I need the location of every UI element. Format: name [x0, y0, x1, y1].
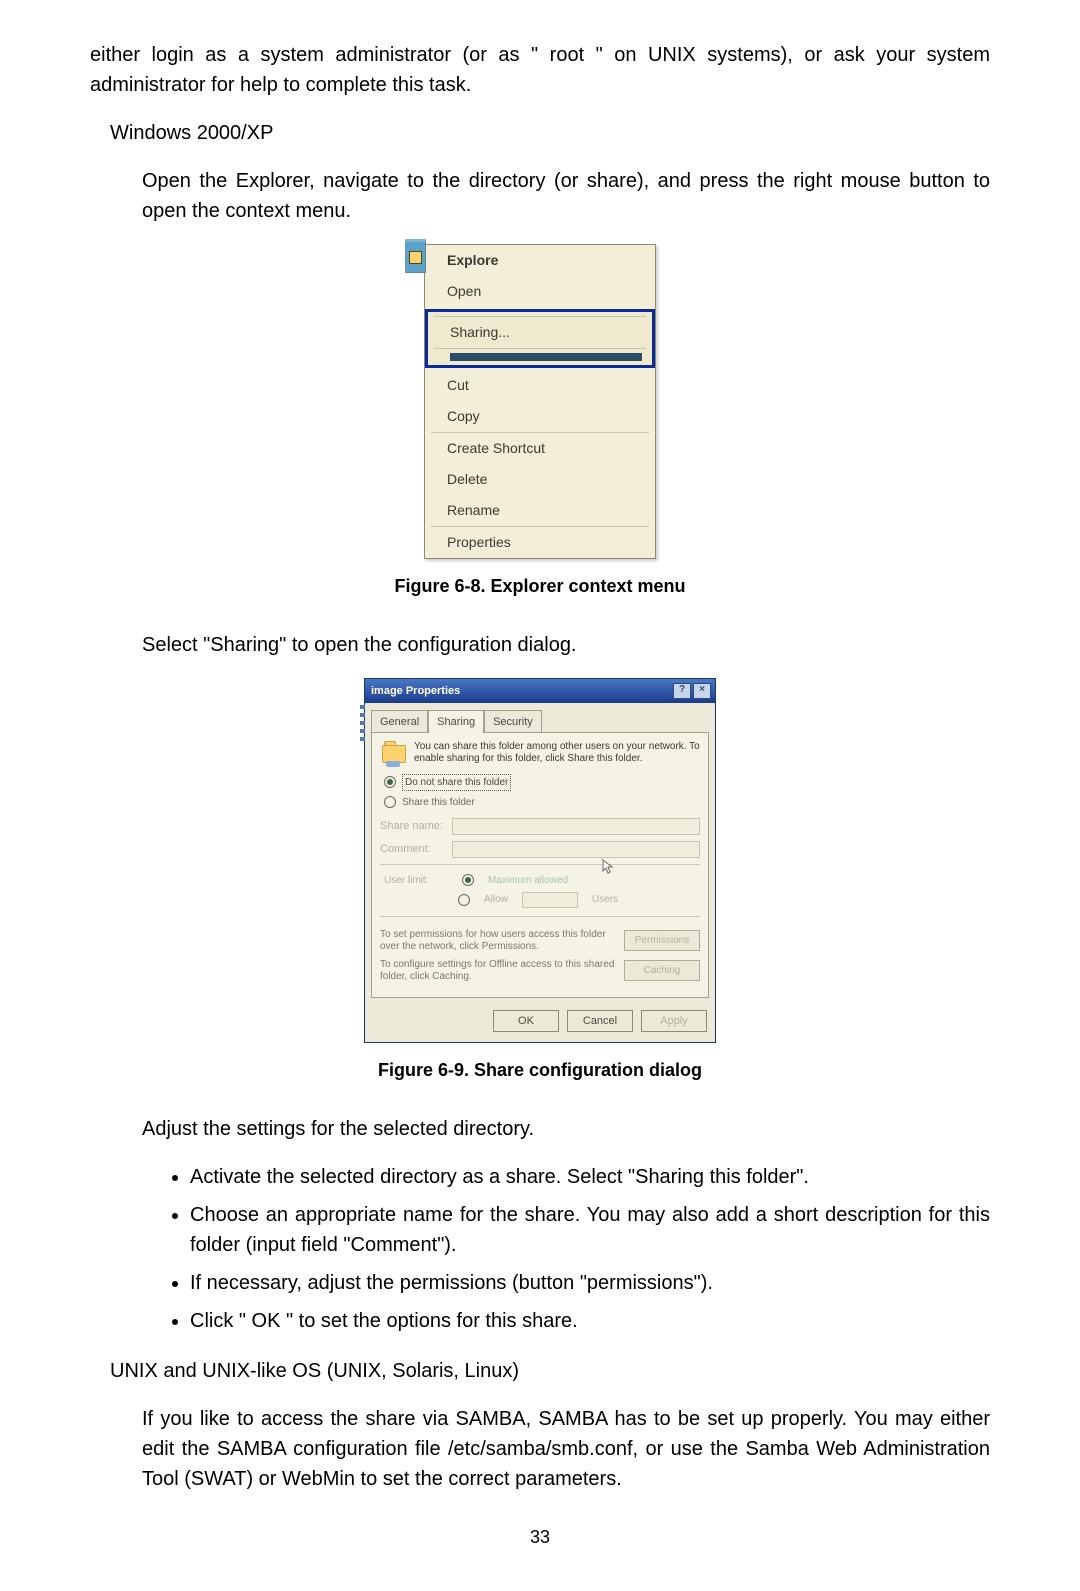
radio-icon — [384, 796, 396, 808]
paragraph: Open the Explorer, navigate to the direc… — [142, 166, 990, 226]
figure-caption-68: Figure 6-8. Explorer context menu — [90, 573, 990, 600]
list-item: Click " OK " to set the options for this… — [190, 1306, 990, 1336]
menu-highlight-box: Sharing... — [425, 309, 655, 368]
share-name-label: Share name: — [380, 818, 444, 835]
paragraph: Adjust the settings for the selected dir… — [142, 1114, 990, 1144]
permissions-button[interactable]: Permissions — [624, 930, 700, 951]
menu-item-rename[interactable]: Rename — [425, 495, 655, 526]
menu-item-explore[interactable]: Explore — [425, 245, 655, 276]
menu-item-delete[interactable]: Delete — [425, 464, 655, 495]
menu-item-properties[interactable]: Properties — [425, 527, 655, 558]
apply-button[interactable]: Apply — [641, 1010, 707, 1033]
menu-item-create-shortcut[interactable]: Create Shortcut — [425, 433, 655, 464]
comment-input[interactable] — [452, 841, 700, 858]
share-name-input[interactable] — [452, 818, 700, 835]
tab-security[interactable]: Security — [484, 710, 542, 733]
caching-text: To configure settings for Offline access… — [380, 959, 616, 983]
properties-dialog: image Properties ? × General Sharing Sec… — [364, 678, 716, 1043]
radio-allow-label[interactable]: Allow — [484, 892, 508, 907]
paragraph: Select "Sharing" to open the configurati… — [142, 630, 990, 660]
bullet-list: Activate the selected directory as a sha… — [130, 1162, 990, 1336]
dialog-tabs: General Sharing Security — [365, 703, 715, 732]
tab-sharing[interactable]: Sharing — [428, 710, 484, 733]
radio-icon — [462, 874, 474, 886]
dialog-titlebar: image Properties ? × — [365, 679, 715, 703]
menu-item-sharing[interactable]: Sharing... — [428, 317, 652, 348]
menu-item-copy[interactable]: Copy — [425, 401, 655, 432]
radio-icon — [458, 894, 470, 906]
heading-windows: Windows 2000/XP — [110, 118, 990, 148]
titlebar-help-button[interactable]: ? — [673, 683, 691, 699]
radio-label: Share this folder — [402, 795, 475, 810]
cancel-button[interactable]: Cancel — [567, 1010, 633, 1033]
heading-unix: UNIX and UNIX-like OS (UNIX, Solaris, Li… — [110, 1356, 990, 1386]
radio-icon — [384, 776, 396, 788]
comment-label: Comment: — [380, 841, 444, 858]
paragraph: If you like to access the share via SAMB… — [142, 1404, 990, 1494]
permissions-text: To set permissions for how users access … — [380, 929, 616, 953]
dialog-info-text: You can share this folder among other us… — [414, 741, 700, 766]
caching-button[interactable]: Caching — [624, 960, 700, 981]
list-item: If necessary, adjust the permissions (bu… — [190, 1268, 990, 1298]
folder-icon — [405, 239, 426, 273]
paragraph: either login as a system administrator (… — [90, 40, 990, 100]
decoration-dots — [360, 705, 365, 745]
figure-sharing-dialog: image Properties ? × General Sharing Sec… — [90, 678, 990, 1043]
ok-button[interactable]: OK — [493, 1010, 559, 1033]
radio-max-allowed[interactable]: Maximum allowed — [488, 873, 568, 888]
user-limit-label: User limit: — [384, 873, 448, 888]
menu-item-open[interactable]: Open — [425, 276, 655, 307]
radio-share-this-folder[interactable]: Share this folder — [380, 793, 700, 812]
users-suffix: Users — [592, 892, 618, 907]
radio-do-not-share[interactable]: Do not share this folder — [380, 772, 700, 793]
figure-context-menu: Explore Open Sharing... Cut Copy Create … — [90, 244, 990, 559]
figure-caption-69: Figure 6-9. Share configuration dialog — [90, 1057, 990, 1084]
cursor-icon — [602, 859, 614, 875]
titlebar-close-button[interactable]: × — [693, 683, 711, 699]
tab-general[interactable]: General — [371, 710, 428, 733]
shared-folder-icon — [380, 741, 408, 765]
list-item: Choose an appropriate name for the share… — [190, 1200, 990, 1260]
menu-item-cut[interactable]: Cut — [425, 370, 655, 401]
radio-label: Do not share this folder — [402, 774, 511, 791]
dialog-title-text: image Properties — [371, 683, 460, 700]
list-item: Activate the selected directory as a sha… — [190, 1162, 990, 1192]
page-number: 33 — [90, 1524, 990, 1551]
user-count-input[interactable] — [522, 892, 578, 908]
context-menu: Explore Open Sharing... Cut Copy Create … — [424, 244, 656, 559]
